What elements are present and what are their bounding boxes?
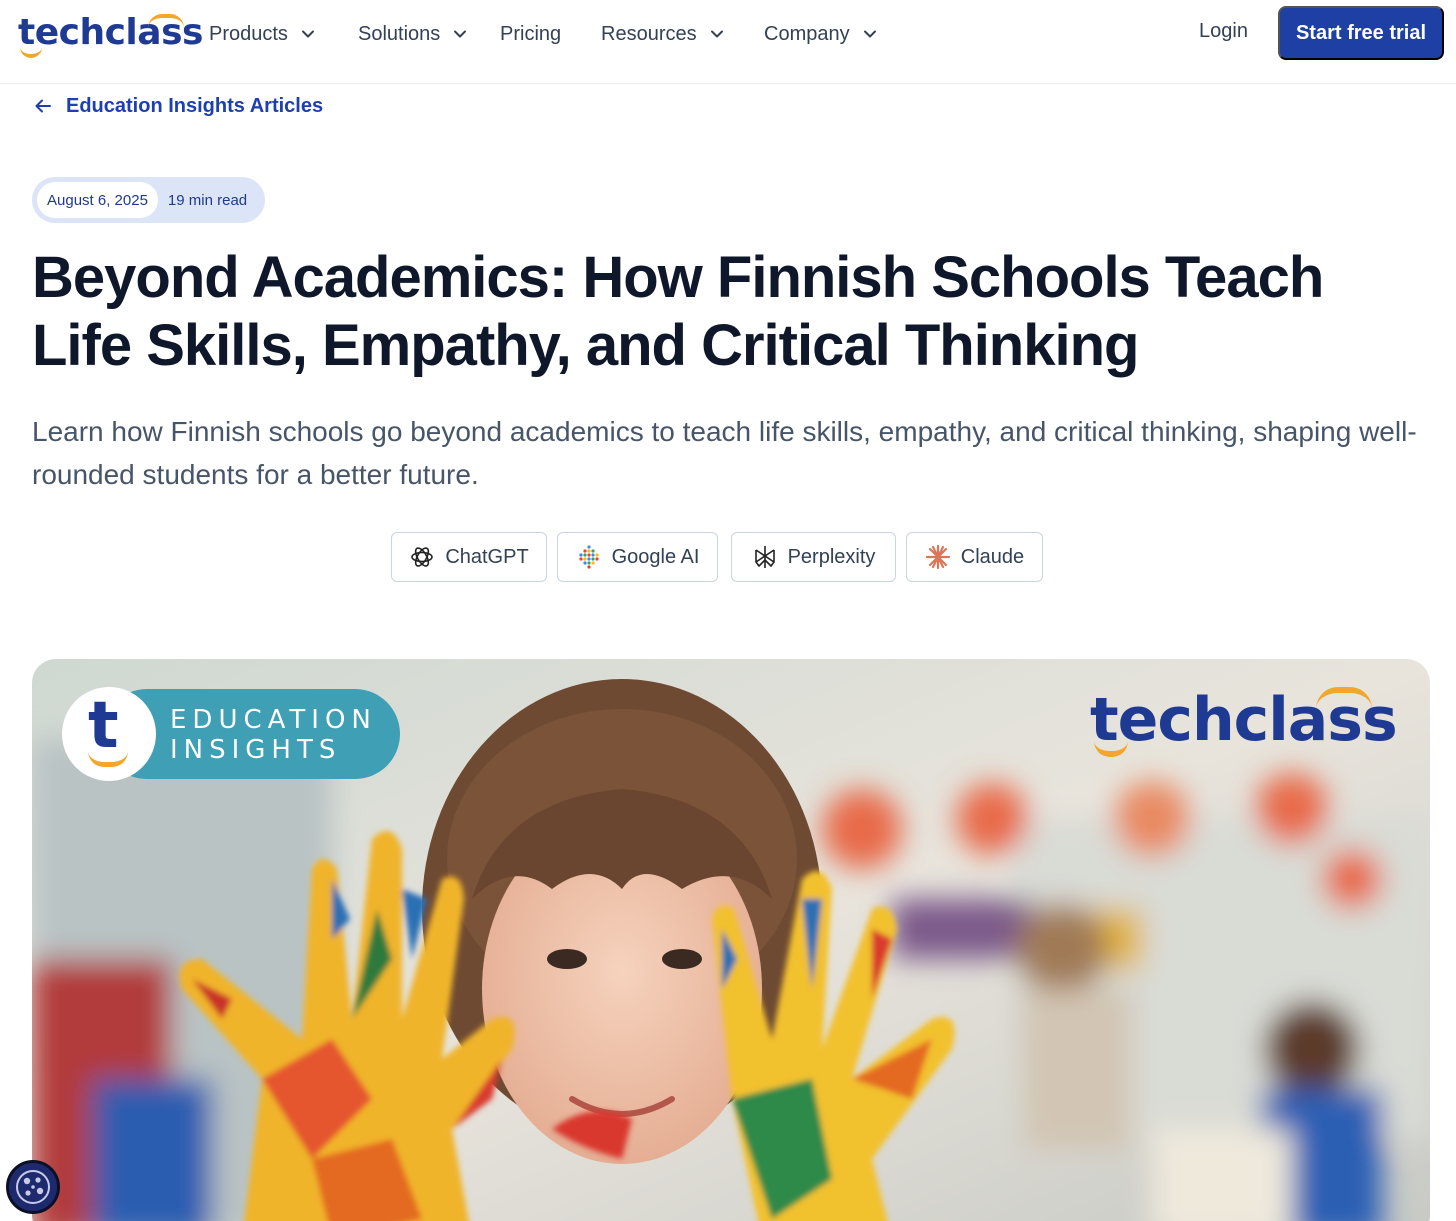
chatgpt-label: ChatGPT	[445, 545, 529, 568]
ask-claude-button[interactable]: Claude	[906, 532, 1043, 582]
chevron-down-icon	[301, 30, 314, 38]
article-title: Beyond Academics: How Finnish Schools Te…	[32, 245, 1324, 378]
nav-pricing-label: Pricing	[500, 22, 562, 45]
ask-chatgpt-button[interactable]: ChatGPT	[391, 532, 547, 582]
nav-solutions[interactable]: Solutions	[358, 20, 470, 48]
back-link-label: Education Insights Articles	[66, 94, 324, 117]
article-date: August 6, 2025	[37, 182, 158, 218]
article-description: Learn how Finnish schools go beyond acad…	[32, 416, 1417, 490]
ask-google-ai-button[interactable]: Google AI	[557, 532, 718, 582]
back-to-articles-link[interactable]: Education Insights Articles	[34, 92, 323, 120]
nav-resources[interactable]: Resources	[601, 20, 727, 48]
chevron-down-icon	[710, 30, 723, 38]
education-insights-badge: t EDUCATION INSIGHTS	[62, 687, 400, 781]
claude-icon	[925, 544, 950, 570]
perplexity-label: Perplexity	[787, 545, 876, 568]
read-time: 19 min read	[167, 191, 248, 209]
badge-logo-accent	[88, 751, 128, 767]
nav-solutions-label: Solutions	[358, 22, 441, 45]
nav-products[interactable]: Products	[209, 20, 318, 48]
start-free-trial-button[interactable]: Start free trial	[1278, 6, 1444, 60]
nav-resources-label: Resources	[601, 22, 697, 45]
badge-line-2: INSIGHTS	[170, 735, 342, 765]
cookie-settings-button[interactable]	[6, 1160, 60, 1214]
nav-company[interactable]: Company	[764, 20, 880, 48]
google-ai-label: Google AI	[611, 545, 700, 568]
nav-pricing[interactable]: Pricing	[500, 20, 561, 48]
logo-accent-left	[20, 46, 42, 58]
chevron-down-icon	[863, 30, 876, 38]
logo-accent-right	[148, 14, 184, 28]
arrow-left-icon	[35, 99, 51, 113]
site-header: techclass Products Solutions Pricing Res…	[0, 0, 1456, 84]
chatgpt-icon	[411, 547, 434, 567]
badge-logo-circle: t	[62, 687, 156, 781]
login-link[interactable]: Login	[1199, 20, 1248, 43]
nav-products-label: Products	[209, 22, 288, 45]
google-ai-icon	[578, 545, 599, 569]
chevron-down-icon	[454, 30, 467, 38]
hero-techclass-logo: techclass	[1090, 685, 1398, 765]
perplexity-icon	[754, 546, 775, 568]
cookie-icon	[16, 1170, 50, 1204]
badge-line-1: EDUCATION	[170, 705, 377, 735]
techclass-logo[interactable]: techclass	[18, 10, 203, 58]
hero-image: t EDUCATION INSIGHTS techclass	[32, 659, 1430, 1221]
claude-label: Claude	[960, 545, 1025, 568]
ask-perplexity-button[interactable]: Perplexity	[731, 532, 896, 582]
article-meta: August 6, 2025 19 min read	[32, 177, 265, 223]
nav-company-label: Company	[764, 22, 850, 45]
